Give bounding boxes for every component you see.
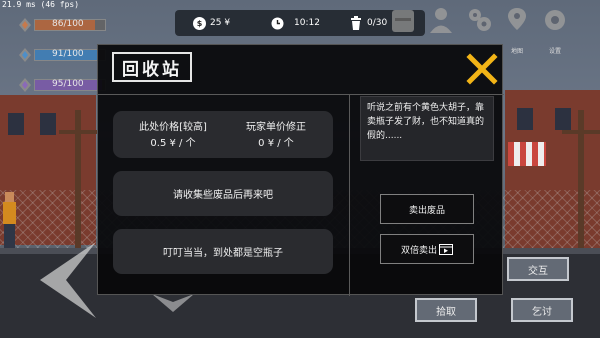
water-stat: 91/100 [18, 48, 108, 62]
heart-icon [19, 18, 31, 32]
close-icon[interactable] [466, 53, 498, 85]
flavor-message: 叮叮当当，到处都是空瓶子 [113, 229, 333, 274]
money-value: 25 ¥ [210, 18, 231, 28]
map-button[interactable]: 地图 [500, 6, 534, 55]
pickup-button[interactable]: 拾取 [415, 298, 477, 322]
player-price-value: 0 ¥ / 个 [258, 138, 294, 149]
mood-stat: 95/100 [18, 78, 108, 92]
move-down-arrow-icon[interactable] [150, 292, 196, 314]
clock-icon [271, 17, 284, 29]
player-price: 玩家单价修正 0 ¥ / 个 [221, 120, 331, 152]
gear-icon [545, 10, 565, 30]
divider-vertical [349, 94, 350, 296]
map-label: 地图 [510, 48, 523, 55]
dialog-title: 回收站 [112, 52, 192, 82]
local-price: 此处价格[较高] 0.5 ¥ / 个 [118, 120, 228, 152]
double-sell-label: 双倍卖出 [400, 245, 437, 256]
water-value: 91/100 [52, 49, 84, 59]
utility-pole-right [562, 110, 600, 250]
backpack-icon [392, 10, 414, 32]
collect-message: 请收集些废品后再来吧 [113, 171, 333, 216]
time-value: 10:12 [294, 18, 320, 28]
sell-scrap-label: 卖出废品 [408, 205, 445, 216]
player-price-label: 玩家单价修正 [246, 122, 306, 133]
health-stat: 86/100 [18, 18, 108, 32]
sell-scrap-button[interactable]: 卖出废品 [380, 194, 474, 224]
profile-button[interactable] [424, 6, 458, 46]
double-sell-button[interactable]: 双倍卖出 [380, 234, 474, 264]
move-left-arrow-icon[interactable] [36, 240, 98, 320]
skills-button[interactable] [462, 6, 496, 46]
fps-counter: 21.9 ms (46 fps) [2, 0, 80, 9]
coin-icon: $ [193, 16, 206, 30]
money-display: $ 25 ¥ [193, 10, 230, 36]
map-pin-icon [508, 8, 526, 30]
local-price-value: 0.5 ¥ / 个 [150, 138, 196, 149]
beg-button[interactable]: 乞讨 [511, 298, 573, 322]
price-panel: 此处价格[较高] 0.5 ¥ / 个 玩家单价修正 0 ¥ / 个 [113, 111, 333, 158]
mood-value: 95/100 [52, 79, 84, 89]
gears-icon [469, 9, 491, 31]
local-price-label: 此处价格[较高] [139, 122, 207, 133]
settings-label: 设置 [548, 48, 561, 55]
story-text: 听说之前有个黄色大胡子，靠卖瓶子发了财，也不知道真的假的...... [360, 96, 494, 161]
utility-pole-left [59, 110, 97, 250]
bag-value: 0/30 [367, 18, 388, 28]
interact-button[interactable]: 交互 [507, 257, 569, 281]
player-character [2, 192, 16, 248]
gem-icon [19, 78, 31, 92]
recycle-dialog: 回收站 此处价格[较高] 0.5 ¥ / 个 玩家单价修正 0 ¥ / 个 请收… [97, 44, 504, 296]
water-drop-icon [19, 48, 31, 62]
trash-can-icon [351, 16, 361, 30]
divider-horizontal [98, 94, 504, 95]
shop-awning [508, 142, 546, 166]
video-ad-icon [439, 243, 453, 255]
health-value: 86/100 [52, 19, 84, 29]
backpack-button[interactable] [386, 6, 420, 46]
person-icon [430, 8, 452, 33]
bag-display: 0/30 [350, 10, 387, 36]
time-display: 10:12 [271, 10, 320, 36]
settings-button[interactable]: 设置 [538, 6, 572, 55]
